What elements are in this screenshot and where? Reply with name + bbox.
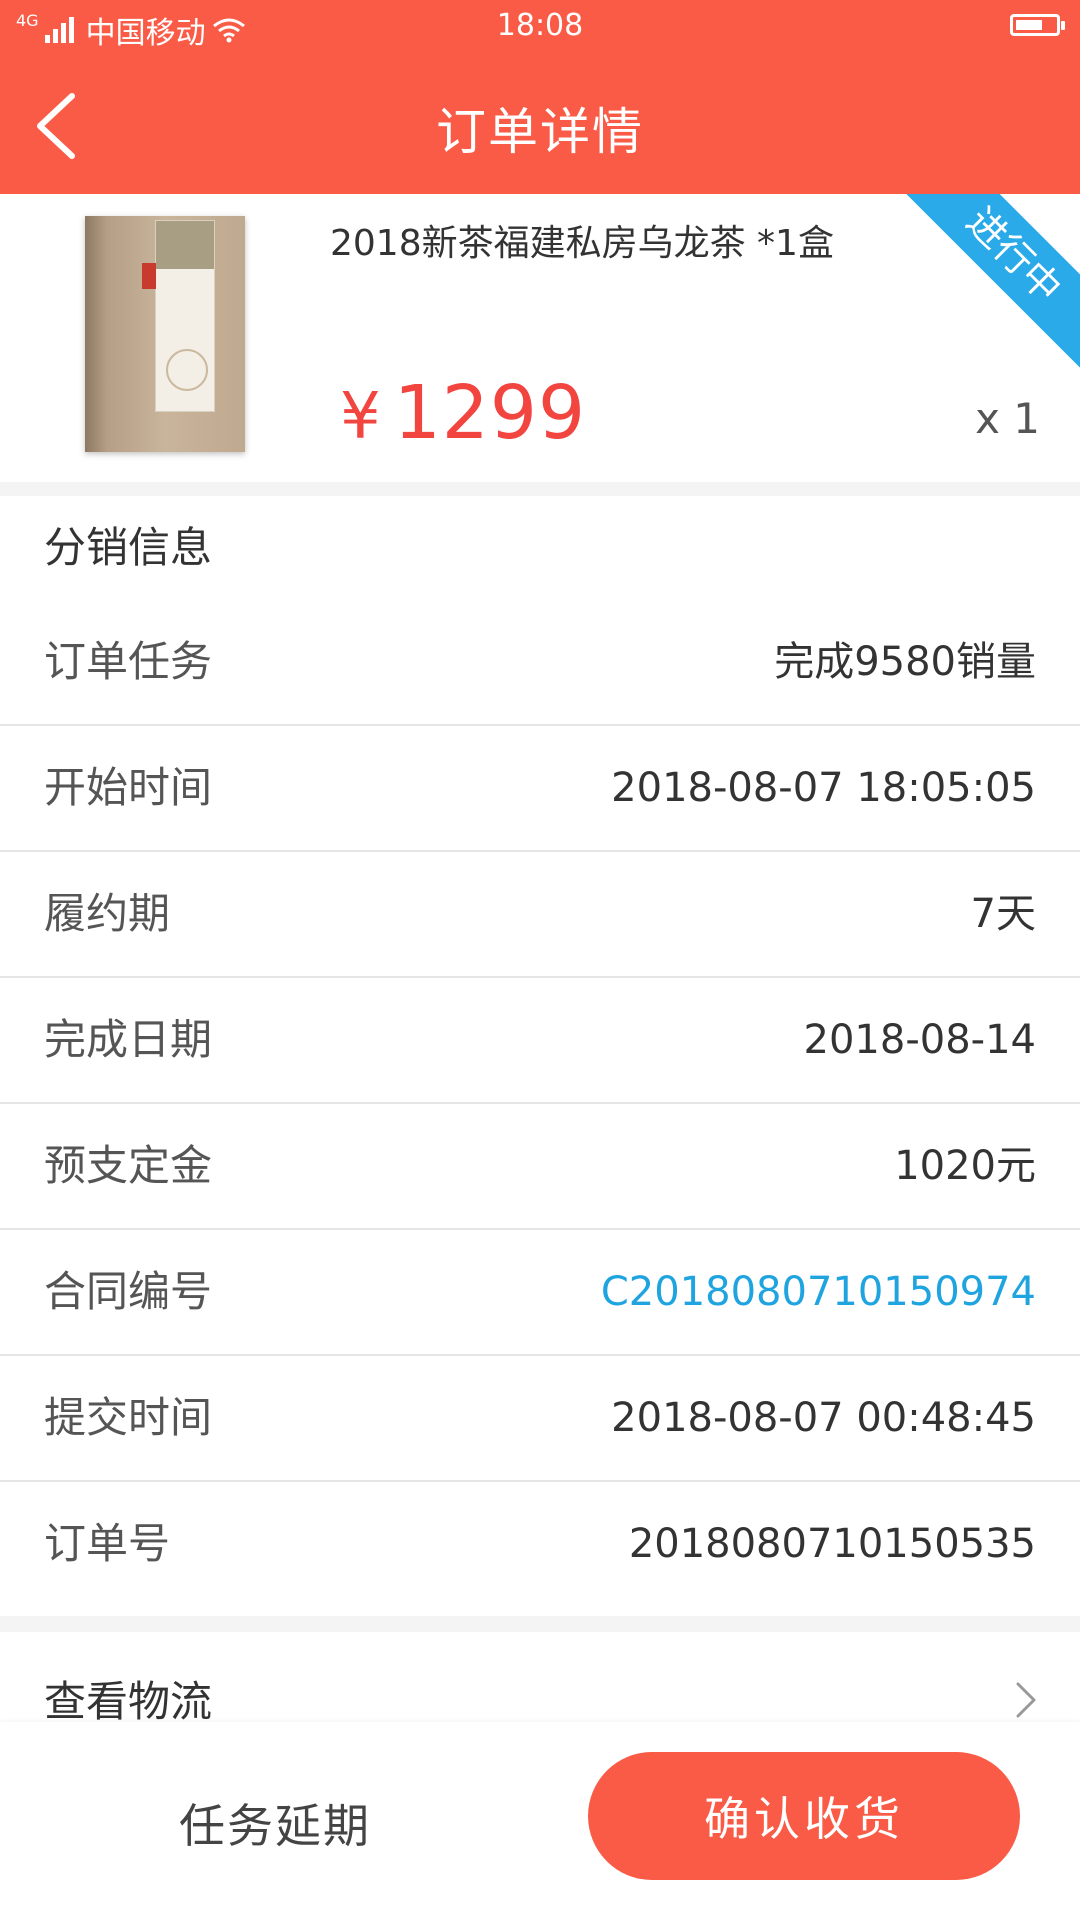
- status-time: 18:08: [496, 8, 584, 43]
- info-row-submit-time: 提交时间 2018-08-07 00:48:45: [0, 1356, 1080, 1482]
- info-row-completion-date: 完成日期 2018-08-14: [0, 978, 1080, 1104]
- confirm-receipt-button[interactable]: 确认收货: [588, 1752, 1020, 1880]
- bottom-action-bar: 任务延期 确认收货: [0, 1722, 1080, 1920]
- view-logistics-label: 查看物流: [44, 1677, 213, 1722]
- row-value: 2018-08-07 18:05:05: [611, 765, 1036, 811]
- view-logistics-row[interactable]: 查看物流: [0, 1632, 1080, 1722]
- row-value: 2018080710150535: [628, 1521, 1036, 1567]
- row-label: 订单任务: [44, 637, 213, 686]
- chevron-right-icon: [1016, 1682, 1036, 1718]
- info-row-order-number: 订单号 2018080710150535: [0, 1482, 1080, 1608]
- row-value: 2018-08-14: [803, 1017, 1036, 1063]
- info-row-start-time: 开始时间 2018-08-07 18:05:05: [0, 726, 1080, 852]
- row-label: 订单号: [44, 1519, 171, 1568]
- currency-symbol: ¥: [340, 380, 382, 454]
- info-row-deposit: 预支定金 1020元: [0, 1104, 1080, 1230]
- info-row-fulfillment-period: 履约期 7天: [0, 852, 1080, 978]
- row-value: 1020元: [894, 1143, 1036, 1189]
- row-value: 2018-08-07 00:48:45: [611, 1395, 1036, 1441]
- product-price: ¥1299: [340, 370, 586, 456]
- contract-number-link[interactable]: C2018080710150974: [601, 1230, 1036, 1354]
- row-label: 完成日期: [44, 1015, 213, 1064]
- product-quantity: x 1: [975, 394, 1040, 443]
- row-label: 履约期: [44, 889, 171, 938]
- info-row-contract-number[interactable]: 合同编号 C2018080710150974: [0, 1230, 1080, 1356]
- info-row-order-task: 订单任务 完成9580销量: [0, 600, 1080, 726]
- row-value: 完成9580销量: [774, 639, 1036, 685]
- section-title: 分销信息: [44, 523, 213, 572]
- product-name: 2018新茶福建私房乌龙茶 *1盒: [330, 223, 834, 264]
- status-bar: 4G 中国移动 18:08: [0, 0, 1080, 56]
- product-package-label: [142, 220, 215, 412]
- row-label: 开始时间: [44, 763, 213, 812]
- row-value: 7天: [970, 891, 1036, 937]
- price-value: 1299: [393, 370, 587, 456]
- task-delay-button[interactable]: 任务延期: [150, 1778, 400, 1868]
- status-ribbon: 进行中: [898, 194, 1080, 371]
- product-card[interactable]: 2018新茶福建私房乌龙茶 *1盒 ¥1299 x 1 进行中: [0, 194, 1080, 482]
- row-label: 提交时间: [44, 1393, 213, 1442]
- app-header: 4G 中国移动 18:08 订单详情: [0, 0, 1080, 194]
- product-image: [85, 216, 245, 452]
- battery-icon: [1010, 14, 1065, 36]
- row-label: 合同编号: [44, 1267, 213, 1316]
- distribution-info-section: 分销信息 订单任务 完成9580销量 开始时间 2018-08-07 18:05…: [0, 496, 1080, 1616]
- row-label: 预支定金: [44, 1141, 213, 1190]
- page-title: 订单详情: [436, 103, 644, 161]
